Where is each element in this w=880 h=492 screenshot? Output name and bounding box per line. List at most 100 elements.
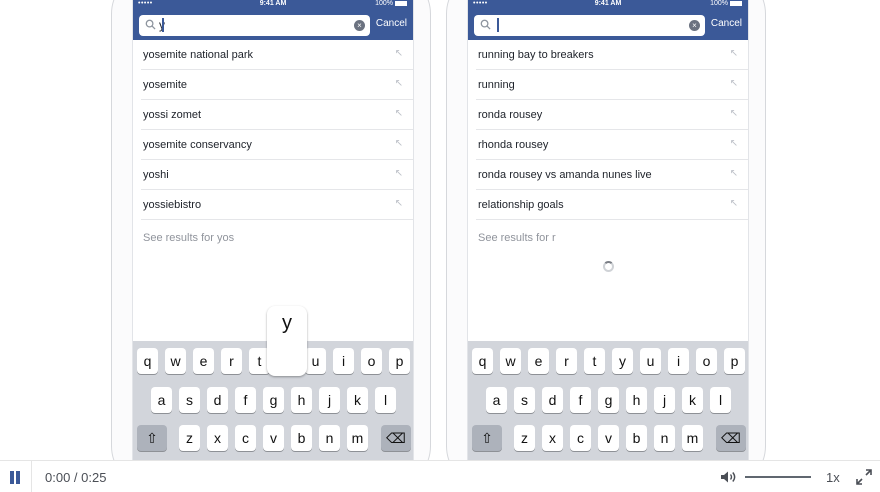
key[interactable]: o — [361, 348, 382, 374]
key[interactable]: k — [347, 387, 368, 413]
key[interactable]: l — [375, 387, 396, 413]
key[interactable]: g — [598, 387, 619, 413]
key[interactable]: q — [472, 348, 493, 374]
fill-arrow-icon[interactable]: ↖ — [395, 48, 403, 59]
video-controls: 0:00 / 0:25 1x — [0, 460, 880, 492]
suggestion-item[interactable]: running bay to breakers ↖ — [476, 40, 748, 70]
key[interactable]: d — [207, 387, 228, 413]
shift-key[interactable]: ⇧ — [472, 425, 502, 451]
suggestion-item[interactable]: running ↖ — [476, 70, 748, 100]
key[interactable]: f — [235, 387, 256, 413]
right-phone-screen: ••••• 9:41 AM 100% × Cancel running bay … — [467, 0, 749, 460]
key[interactable]: j — [319, 387, 340, 413]
suggestion-item[interactable]: yosemite ↖ — [141, 70, 413, 100]
key[interactable]: g — [263, 387, 284, 413]
key[interactable]: v — [598, 425, 619, 451]
suggestion-label: yosemite conservancy — [143, 139, 252, 151]
key[interactable]: u — [640, 348, 661, 374]
key[interactable]: e — [528, 348, 549, 374]
key[interactable]: n — [319, 425, 340, 451]
video-stage[interactable]: ••••• 9:41 AM 100% y × Cancel yosemite n… — [0, 0, 880, 460]
key[interactable]: y — [612, 348, 633, 374]
key[interactable]: h — [626, 387, 647, 413]
status-bar: ••••• 9:41 AM 100% — [468, 0, 748, 9]
fill-arrow-icon[interactable]: ↖ — [730, 48, 738, 59]
key[interactable]: m — [347, 425, 368, 451]
key[interactable]: n — [654, 425, 675, 451]
key[interactable]: b — [626, 425, 647, 451]
key[interactable]: k — [682, 387, 703, 413]
search-input[interactable]: × — [474, 15, 705, 36]
key[interactable]: r — [221, 348, 242, 374]
key[interactable]: d — [542, 387, 563, 413]
key[interactable]: v — [263, 425, 284, 451]
suggestion-item[interactable]: yossi zomet ↖ — [141, 100, 413, 130]
search-header: ••••• 9:41 AM 100% y × Cancel — [133, 0, 413, 40]
suggestion-label: ronda rousey vs amanda nunes live — [478, 169, 652, 181]
suggestion-item[interactable]: yoshi ↖ — [141, 160, 413, 190]
fill-arrow-icon[interactable]: ↖ — [730, 138, 738, 149]
key[interactable]: i — [333, 348, 354, 374]
key[interactable]: t — [584, 348, 605, 374]
key[interactable]: w — [500, 348, 521, 374]
fill-arrow-icon[interactable]: ↖ — [395, 78, 403, 89]
fill-arrow-icon[interactable]: ↖ — [730, 198, 738, 209]
key[interactable]: u — [305, 348, 326, 374]
playback-speed-button[interactable]: 1x — [826, 470, 840, 485]
fill-arrow-icon[interactable]: ↖ — [395, 138, 403, 149]
clear-icon[interactable]: × — [354, 20, 365, 31]
fill-arrow-icon[interactable]: ↖ — [730, 168, 738, 179]
key[interactable]: w — [165, 348, 186, 374]
fill-arrow-icon[interactable]: ↖ — [730, 78, 738, 89]
suggestion-item[interactable]: yossiebistro ↖ — [141, 190, 413, 220]
backspace-key[interactable]: ⌫ — [381, 425, 411, 451]
suggestion-item[interactable]: relationship goals ↖ — [476, 190, 748, 220]
key[interactable]: r — [556, 348, 577, 374]
fill-arrow-icon[interactable]: ↖ — [395, 108, 403, 119]
key[interactable]: m — [682, 425, 703, 451]
see-results-link[interactable]: See results for r — [478, 232, 556, 244]
key[interactable]: q — [137, 348, 158, 374]
key[interactable]: s — [179, 387, 200, 413]
key[interactable]: c — [570, 425, 591, 451]
pause-icon[interactable] — [9, 471, 21, 484]
fill-arrow-icon[interactable]: ↖ — [395, 168, 403, 179]
volume-icon[interactable] — [720, 470, 738, 484]
volume-slider[interactable] — [745, 476, 811, 478]
key-popup: y — [267, 306, 307, 376]
fill-arrow-icon[interactable]: ↖ — [730, 108, 738, 119]
key[interactable]: a — [486, 387, 507, 413]
key[interactable]: z — [514, 425, 535, 451]
suggestion-item[interactable]: yosemite national park ↖ — [141, 40, 413, 70]
key[interactable]: l — [710, 387, 731, 413]
key[interactable]: j — [654, 387, 675, 413]
fill-arrow-icon[interactable]: ↖ — [395, 198, 403, 209]
suggestion-item[interactable]: rhonda rousey ↖ — [476, 130, 748, 160]
key[interactable]: z — [179, 425, 200, 451]
cancel-button[interactable]: Cancel — [711, 18, 742, 29]
suggestion-label: yossi zomet — [143, 109, 202, 121]
key[interactable]: x — [207, 425, 228, 451]
shift-key[interactable]: ⇧ — [137, 425, 167, 451]
key[interactable]: e — [193, 348, 214, 374]
fullscreen-icon[interactable] — [856, 469, 872, 485]
backspace-key[interactable]: ⌫ — [716, 425, 746, 451]
key[interactable]: o — [696, 348, 717, 374]
cancel-button[interactable]: Cancel — [376, 18, 407, 29]
key[interactable]: s — [514, 387, 535, 413]
key[interactable]: b — [291, 425, 312, 451]
key[interactable]: a — [151, 387, 172, 413]
key[interactable]: c — [235, 425, 256, 451]
key[interactable]: p — [389, 348, 410, 374]
key[interactable]: f — [570, 387, 591, 413]
suggestion-item[interactable]: ronda rousey vs amanda nunes live ↖ — [476, 160, 748, 190]
see-results-link[interactable]: See results for yos — [143, 232, 234, 244]
key[interactable]: x — [542, 425, 563, 451]
suggestion-item[interactable]: yosemite conservancy ↖ — [141, 130, 413, 160]
search-input[interactable]: y × — [139, 15, 370, 36]
key[interactable]: i — [668, 348, 689, 374]
suggestion-item[interactable]: ronda rousey ↖ — [476, 100, 748, 130]
key[interactable]: h — [291, 387, 312, 413]
key[interactable]: p — [724, 348, 745, 374]
clear-icon[interactable]: × — [689, 20, 700, 31]
